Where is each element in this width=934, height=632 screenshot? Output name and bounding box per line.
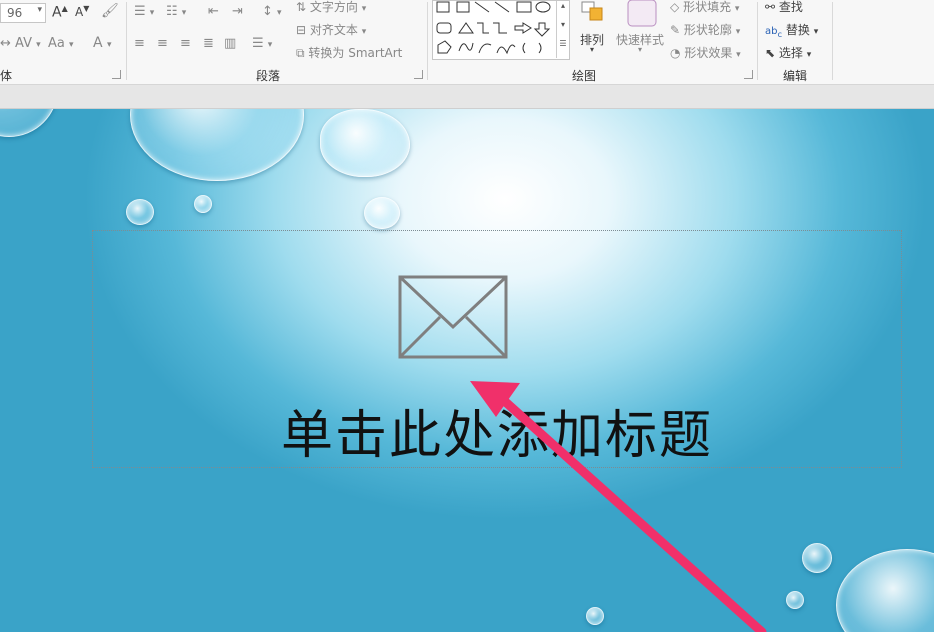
- select-label: 选择: [778, 46, 803, 60]
- water-drop: [0, 109, 58, 137]
- align-center-icon[interactable]: ≡: [157, 36, 168, 51]
- distribute-icon[interactable]: ▥: [224, 36, 236, 51]
- drawing-dialog-launcher[interactable]: [744, 70, 753, 79]
- divider: [427, 2, 428, 80]
- quick-styles-button[interactable]: 快速样式 ▾: [614, 0, 666, 62]
- water-drop: [786, 591, 804, 609]
- find-label: 查找: [778, 0, 803, 14]
- smartart-icon: ⧉: [296, 46, 305, 60]
- shape-effects-button[interactable]: ◔ 形状效果 ▾: [670, 44, 741, 61]
- water-drop: [320, 109, 410, 177]
- divider: [126, 2, 127, 80]
- convert-smartart-button[interactable]: ⧉ 转换为 SmartArt: [296, 44, 402, 61]
- water-drop: [586, 607, 604, 625]
- ribbon: 96 ▾ A▲ A▼ 🖌 ↔ AV ▾ Aa ▾ A ▾ 字体 ☰ ▾ ☷ ▾ …: [0, 0, 934, 85]
- slide-title[interactable]: 单击此处添加标题: [93, 393, 901, 468]
- effects-icon: ◔: [670, 46, 681, 60]
- replace-label: 替换: [785, 23, 810, 37]
- cursor-icon: ⬉: [765, 46, 776, 60]
- numbering-icon[interactable]: ☷ ▾: [166, 4, 186, 19]
- shapes-gallery-icons: [436, 1, 551, 55]
- grow-font-button[interactable]: A▲: [52, 4, 68, 21]
- shape-outline-label: 形状轮廓: [683, 23, 732, 37]
- divider: [757, 2, 758, 80]
- chevron-down-icon: ▾: [638, 45, 643, 54]
- font-size-box[interactable]: 96 ▾: [0, 3, 46, 23]
- align-text-label: 对齐文本: [309, 23, 358, 37]
- water-drop: [836, 549, 934, 632]
- water-drop: [364, 197, 400, 229]
- align-left-icon[interactable]: ≡: [134, 36, 145, 51]
- title-placeholder[interactable]: 单击此处添加标题: [92, 230, 902, 468]
- shape-fill-label: 形状填充: [683, 0, 732, 14]
- paragraph-dialog-launcher[interactable]: [414, 70, 423, 79]
- change-case-button[interactable]: Aa ▾: [48, 36, 74, 51]
- align-text-button[interactable]: ⊟ 对齐文本 ▾: [296, 21, 366, 38]
- water-drop: [130, 109, 304, 181]
- water-drop: [126, 199, 154, 225]
- convert-smartart-label: 转换为 SmartArt: [308, 46, 403, 60]
- clear-format-icon[interactable]: 🖌: [101, 3, 119, 19]
- editing-group-label: 编辑: [783, 69, 808, 83]
- paragraph-group-label: 段落: [256, 69, 281, 83]
- decrease-indent-icon[interactable]: ⇤: [208, 4, 219, 19]
- font-color-button[interactable]: A ▾: [93, 35, 112, 51]
- gallery-more-icon[interactable]: ☰: [556, 39, 569, 58]
- replace-icon: abc: [765, 26, 783, 39]
- font-dialog-launcher[interactable]: [112, 70, 121, 79]
- water-drop: [802, 543, 832, 573]
- slide-canvas[interactable]: 单击此处添加标题: [0, 109, 934, 632]
- line-spacing-icon[interactable]: ↕ ▾: [262, 4, 282, 19]
- change-case-label: Aa: [48, 36, 65, 51]
- divider: [832, 2, 833, 80]
- arrange-button[interactable]: 排列 ▾: [576, 0, 612, 62]
- increase-indent-icon[interactable]: ⇥: [232, 4, 243, 19]
- binoculars-icon: ⚯: [765, 0, 776, 14]
- char-spacing-button[interactable]: ↔ AV ▾: [0, 36, 41, 51]
- align-text-icon: ⊟: [296, 23, 307, 37]
- shape-outline-button[interactable]: ✎ 形状轮廓 ▾: [670, 21, 740, 38]
- shapes-gallery[interactable]: ▴ ▾ ☰: [432, 0, 570, 60]
- justify-icon[interactable]: ≣: [203, 36, 214, 51]
- water-drop: [194, 195, 212, 213]
- ruler-strip: [0, 85, 934, 109]
- gallery-scroll-down-icon[interactable]: ▾: [556, 20, 569, 39]
- font-size-value: 96: [7, 6, 23, 20]
- arrange-icon: [581, 1, 603, 21]
- text-direction-label: 文字方向: [309, 0, 358, 14]
- chevron-down-icon: ▾: [590, 45, 595, 54]
- paint-bucket-icon: ◇: [670, 0, 680, 14]
- replace-button[interactable]: abc 替换 ▾: [765, 21, 818, 39]
- shrink-font-button[interactable]: A▼: [75, 4, 89, 19]
- text-direction-icon: ⇅: [296, 0, 307, 14]
- text-direction-button[interactable]: ⇅ 文字方向 ▾: [296, 0, 366, 15]
- envelope-icon: [398, 275, 508, 359]
- shape-fill-button[interactable]: ◇ 形状填充 ▾: [670, 0, 739, 15]
- drawing-group-label: 绘图: [572, 69, 597, 83]
- quick-styles-icon: [627, 0, 657, 27]
- font-group-label: 字体: [0, 69, 13, 83]
- chevron-down-icon: ▾: [37, 5, 42, 15]
- pencil-icon: ✎: [670, 23, 681, 37]
- columns-icon[interactable]: ☰ ▾: [252, 36, 272, 51]
- shape-effects-label: 形状效果: [684, 46, 733, 60]
- select-button[interactable]: ⬉ 选择 ▾: [765, 44, 811, 61]
- bullets-icon[interactable]: ☰ ▾: [134, 4, 154, 19]
- gallery-scroll-up-icon[interactable]: ▴: [556, 1, 569, 20]
- align-right-icon[interactable]: ≡: [180, 36, 191, 51]
- find-button[interactable]: ⚯ 查找: [765, 0, 803, 15]
